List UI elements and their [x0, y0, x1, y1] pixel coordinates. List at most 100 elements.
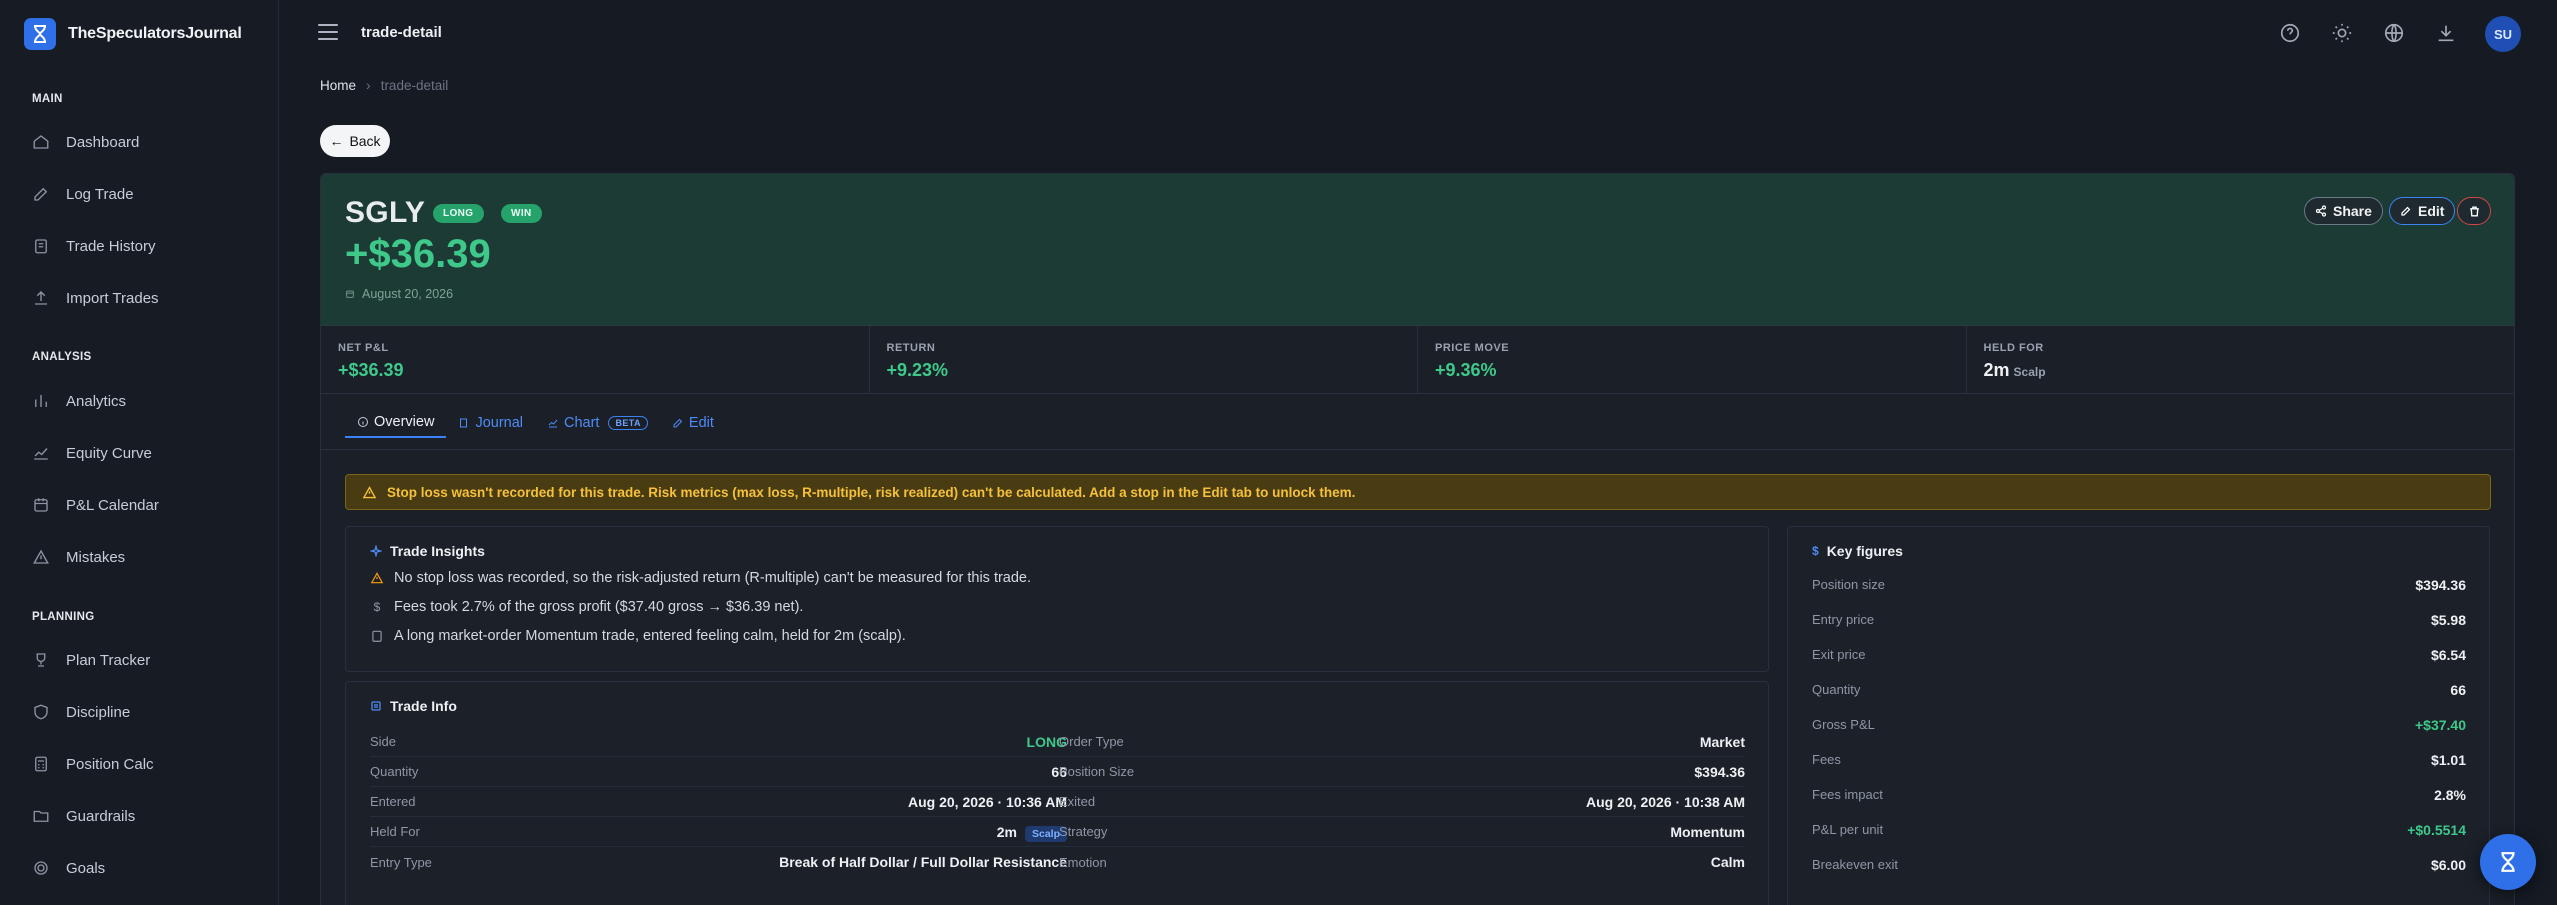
insight-item: No stop loss was recorded, so the risk-a…	[370, 570, 1031, 586]
trade-hero: SGLY LONG WIN +$36.39 August 20, 2026 Sh…	[321, 174, 2514, 326]
menu-icon[interactable]	[318, 24, 338, 42]
trade-insights-panel: Trade Insights No stop loss was recorded…	[345, 526, 1769, 672]
held-for-sub: Scalp	[2013, 365, 2046, 379]
result-badge: WIN	[501, 204, 542, 223]
info-key: Strategy	[1059, 824, 1108, 839]
breadcrumb-home[interactable]: Home	[320, 78, 356, 93]
dollar-icon: $	[373, 600, 381, 614]
sidebar-item-analytics[interactable]: Analytics	[32, 389, 126, 413]
info-key: Entered	[370, 794, 416, 809]
info-value: Aug 20, 2026 · 10:36 AM	[908, 793, 1067, 810]
sidebar-item-position-calc[interactable]: Position Calc	[32, 752, 154, 776]
warning-text: Stop loss wasn't recorded for this trade…	[387, 484, 1356, 500]
kf-row: Gross P&L +$37.40	[1812, 707, 2466, 742]
info-row-held-for: Held For 2m Scalp	[370, 817, 1067, 847]
kf-value: +$37.40	[2415, 716, 2466, 733]
tab-label: Overview	[374, 414, 435, 430]
sidebar-item-mistakes[interactable]: Mistakes	[32, 545, 125, 569]
sidebar-item-label: Analytics	[66, 392, 127, 410]
sidebar-item-trade-history[interactable]: Trade History	[32, 234, 155, 258]
tab-edit[interactable]: Edit	[660, 408, 726, 438]
sun-icon[interactable]	[2331, 22, 2355, 46]
sidebar-item-label: Position Calc	[66, 755, 154, 773]
sidebar-item-plan-tracker[interactable]: Plan Tracker	[32, 648, 150, 672]
sidebar-item-label: Log Trade	[66, 185, 134, 203]
stat-return: RETURN +9.23%	[870, 326, 1418, 393]
sidebar-item-guardrails[interactable]: Guardrails	[32, 804, 135, 828]
net-pnl-headline: +$36.39	[345, 232, 491, 276]
warning-icon	[33, 549, 49, 564]
trade-info-title: Trade Info	[390, 698, 457, 714]
kf-key: Entry price	[1812, 612, 1875, 627]
globe-icon[interactable]	[2383, 22, 2407, 46]
edit-label: Edit	[2418, 203, 2445, 219]
back-button[interactable]: ← Back	[320, 125, 390, 157]
kf-row: Position size $394.36	[1812, 567, 2466, 602]
chart-icon	[548, 419, 558, 428]
tab-label: Edit	[688, 415, 714, 431]
stat-value: +9.36%	[1435, 360, 1497, 380]
sidebar-item-equity-curve[interactable]: Equity Curve	[32, 441, 152, 465]
upload-icon	[35, 291, 47, 305]
kf-key: Fees impact	[1812, 787, 1883, 802]
info-row-strategy: Strategy Momentum	[1059, 817, 1745, 847]
stop-loss-warning: Stop loss wasn't recorded for this trade…	[345, 474, 2491, 510]
stat-value: +$36.39	[338, 360, 404, 380]
topbar: trade-detail	[279, 0, 2557, 66]
tab-journal[interactable]: Journal	[446, 408, 535, 438]
info-value: $394.36	[1694, 763, 1745, 780]
tab-label: Chart	[564, 415, 600, 431]
avatar[interactable]: SU	[2485, 16, 2521, 52]
page-title: trade-detail	[361, 24, 442, 41]
sidebar-item-pnl-calendar[interactable]: P&L Calendar	[32, 493, 159, 517]
tab-chart[interactable]: Chart BETA	[535, 408, 660, 438]
kf-row: P&L per unit +$0.5514	[1812, 812, 2466, 847]
trade-date: August 20, 2026	[345, 287, 453, 301]
info-value: Calm	[1710, 854, 1745, 870]
info-key: Entry Type	[370, 854, 432, 870]
sidebar-item-discipline[interactable]: Discipline	[32, 700, 130, 724]
share-button[interactable]: Share	[2304, 197, 2383, 225]
share-icon	[2315, 205, 2327, 217]
beta-badge: BETA	[608, 416, 648, 430]
tab-overview[interactable]: Overview	[345, 408, 447, 438]
kf-key: Fees	[1812, 752, 1841, 767]
held-for-value: 2m	[1983, 360, 2010, 380]
download-icon[interactable]	[2435, 22, 2459, 46]
edit-icon	[673, 418, 683, 428]
key-figures-panel: $ Key figures Position size $394.36 Entr…	[1787, 526, 2490, 905]
sidebar-item-log-trade[interactable]: Log Trade	[32, 182, 134, 206]
held-for-value: 2m	[996, 823, 1017, 840]
assistant-fab-button[interactable]	[2480, 834, 2536, 890]
stat-value: +9.23%	[886, 360, 949, 380]
info-key: Order Type	[1059, 734, 1124, 749]
sparkle-icon	[370, 545, 382, 557]
trophy-icon	[36, 653, 46, 667]
tab-divider	[321, 449, 2514, 450]
delete-button[interactable]	[2457, 197, 2491, 225]
key-figures-title: Key figures	[1826, 543, 1903, 559]
brand[interactable]: TheSpeculatorsJournal	[24, 18, 242, 50]
sidebar-item-label: Equity Curve	[66, 444, 152, 462]
panel-title: Trade Insights	[370, 543, 485, 559]
stat-net-pnl: NET P&L +$36.39	[321, 326, 870, 393]
sidebar-item-import-trades[interactable]: Import Trades	[32, 286, 159, 310]
kf-key: Position size	[1812, 577, 1885, 592]
insight-item: A long market-order Momentum trade, ente…	[370, 628, 906, 644]
sidebar-item-dashboard[interactable]: Dashboard	[32, 130, 139, 154]
trade-info-panel: Trade Info Side LONG Quantity 66 Entered…	[345, 681, 1769, 905]
sidebar-item-label: Dashboard	[66, 133, 140, 151]
kf-row: Entry price $5.98	[1812, 602, 2466, 637]
stat-label: HELD FOR	[1983, 342, 2044, 354]
edit-button[interactable]: Edit	[2389, 197, 2456, 225]
kf-value: 66	[2450, 681, 2466, 698]
brand-name: TheSpeculatorsJournal	[68, 25, 242, 42]
tab-label: Journal	[475, 415, 523, 431]
sidebar-item-goals[interactable]: Goals	[32, 856, 105, 880]
help-icon[interactable]	[2279, 22, 2303, 46]
stat-label: RETURN	[886, 342, 936, 354]
trash-icon	[2469, 205, 2479, 217]
ticker: SGLY	[345, 196, 426, 229]
kf-key: Gross P&L	[1812, 717, 1875, 732]
info-value: Market	[1699, 733, 1745, 750]
